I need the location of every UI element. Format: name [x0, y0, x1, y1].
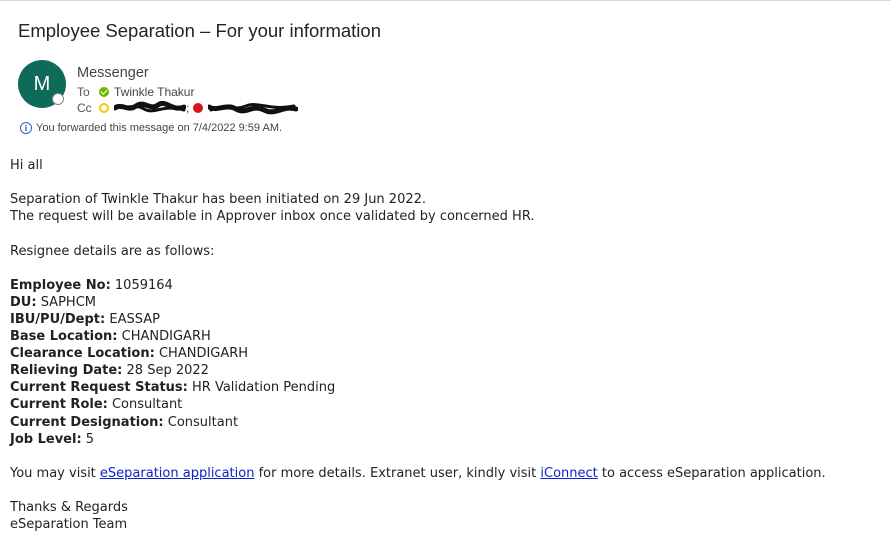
detail-value: Consultant: [167, 414, 239, 430]
visit-mid-text: for more details. Extranet user, kindly …: [254, 465, 541, 481]
detail-label: Clearance Location:: [10, 346, 155, 362]
detail-label: Base Location:: [10, 329, 118, 345]
greeting: Hi all: [10, 158, 43, 173]
visit-pre-text: You may visit: [10, 465, 100, 481]
details-intro: Resignee details are as follows:: [10, 243, 215, 259]
detail-value: 28 Sep 2022: [126, 363, 209, 379]
signoff: Thanks & Regards: [10, 499, 128, 515]
top-divider: [0, 0, 891, 1]
info-icon: i: [20, 122, 32, 134]
redaction-scribble: [114, 100, 186, 113]
cc-recipient-redacted[interactable]: [114, 100, 186, 114]
to-recipients: To Twinkle Thakur: [77, 85, 194, 99]
redaction-scribble: [208, 103, 299, 115]
cc-recipient-redacted[interactable]: [208, 102, 299, 115]
resignee-details: Employee No: 1059164 DU: SAPHCM IBU/PU/D…: [10, 277, 880, 448]
detail-row: Job Level: 5: [10, 431, 880, 448]
detail-row: IBU/PU/Dept: EASSAP: [10, 311, 880, 328]
detail-value: 1059164: [114, 277, 173, 293]
cc-label: Cc: [77, 101, 92, 115]
email-subject: Employee Separation – For your informati…: [18, 20, 381, 41]
detail-row: Current Role: Consultant: [10, 396, 880, 413]
detail-label: Relieving Date:: [10, 363, 123, 379]
detail-label: Current Role:: [10, 397, 108, 413]
visit-post-text: to access eSeparation application.: [597, 465, 826, 481]
presence-available-icon: [99, 87, 109, 97]
detail-row: Employee No: 1059164: [10, 277, 880, 294]
team-signature: eSeparation Team: [10, 517, 128, 533]
detail-row: Clearance Location: CHANDIGARH: [10, 345, 880, 362]
presence-away-icon: [99, 103, 109, 113]
detail-value: CHANDIGARH: [158, 346, 249, 362]
email-body: Hi all Separation of Twinkle Thakur has …: [10, 157, 880, 533]
detail-row: Relieving Date: 28 Sep 2022: [10, 362, 880, 379]
forwarded-info-text: You forwarded this message on 7/4/2022 9…: [36, 122, 283, 134]
detail-row: Current Request Status: HR Validation Pe…: [10, 379, 880, 396]
detail-value: SAPHCM: [40, 294, 96, 310]
detail-label: Current Designation:: [10, 414, 164, 430]
detail-label: Job Level:: [10, 431, 82, 447]
detail-row: Base Location: CHANDIGARH: [10, 328, 880, 345]
visit-line: You may visit eSeparation application fo…: [10, 465, 880, 482]
body-line: The request will be available in Approve…: [10, 209, 535, 225]
detail-label: Employee No:: [10, 277, 111, 293]
detail-value: Consultant: [111, 397, 183, 413]
detail-value: 5: [85, 431, 95, 447]
detail-row: DU: SAPHCM: [10, 294, 880, 311]
cc-separator: ;: [186, 101, 190, 115]
sender-name[interactable]: Messenger: [77, 65, 149, 81]
detail-label: Current Request Status:: [10, 380, 188, 396]
eseparation-application-link[interactable]: eSeparation application: [100, 466, 255, 481]
detail-row: Current Designation: Consultant: [10, 414, 880, 431]
presence-offline-icon: [52, 93, 64, 105]
forwarded-info: i You forwarded this message on 7/4/2022…: [20, 122, 282, 134]
detail-label: DU:: [10, 294, 37, 310]
iconnect-link[interactable]: iConnect: [540, 466, 597, 481]
detail-value: CHANDIGARH: [121, 329, 211, 345]
to-recipient-name[interactable]: Twinkle Thakur: [114, 85, 194, 99]
to-label: To: [77, 85, 90, 99]
detail-label: IBU/PU/Dept:: [10, 312, 106, 327]
body-line: Separation of Twinkle Thakur has been in…: [10, 192, 427, 208]
presence-busy-icon: [193, 103, 204, 113]
detail-value: EASSAP: [109, 312, 160, 327]
detail-value: HR Validation Pending: [192, 380, 336, 396]
cc-recipients: Cc ;: [77, 100, 299, 115]
